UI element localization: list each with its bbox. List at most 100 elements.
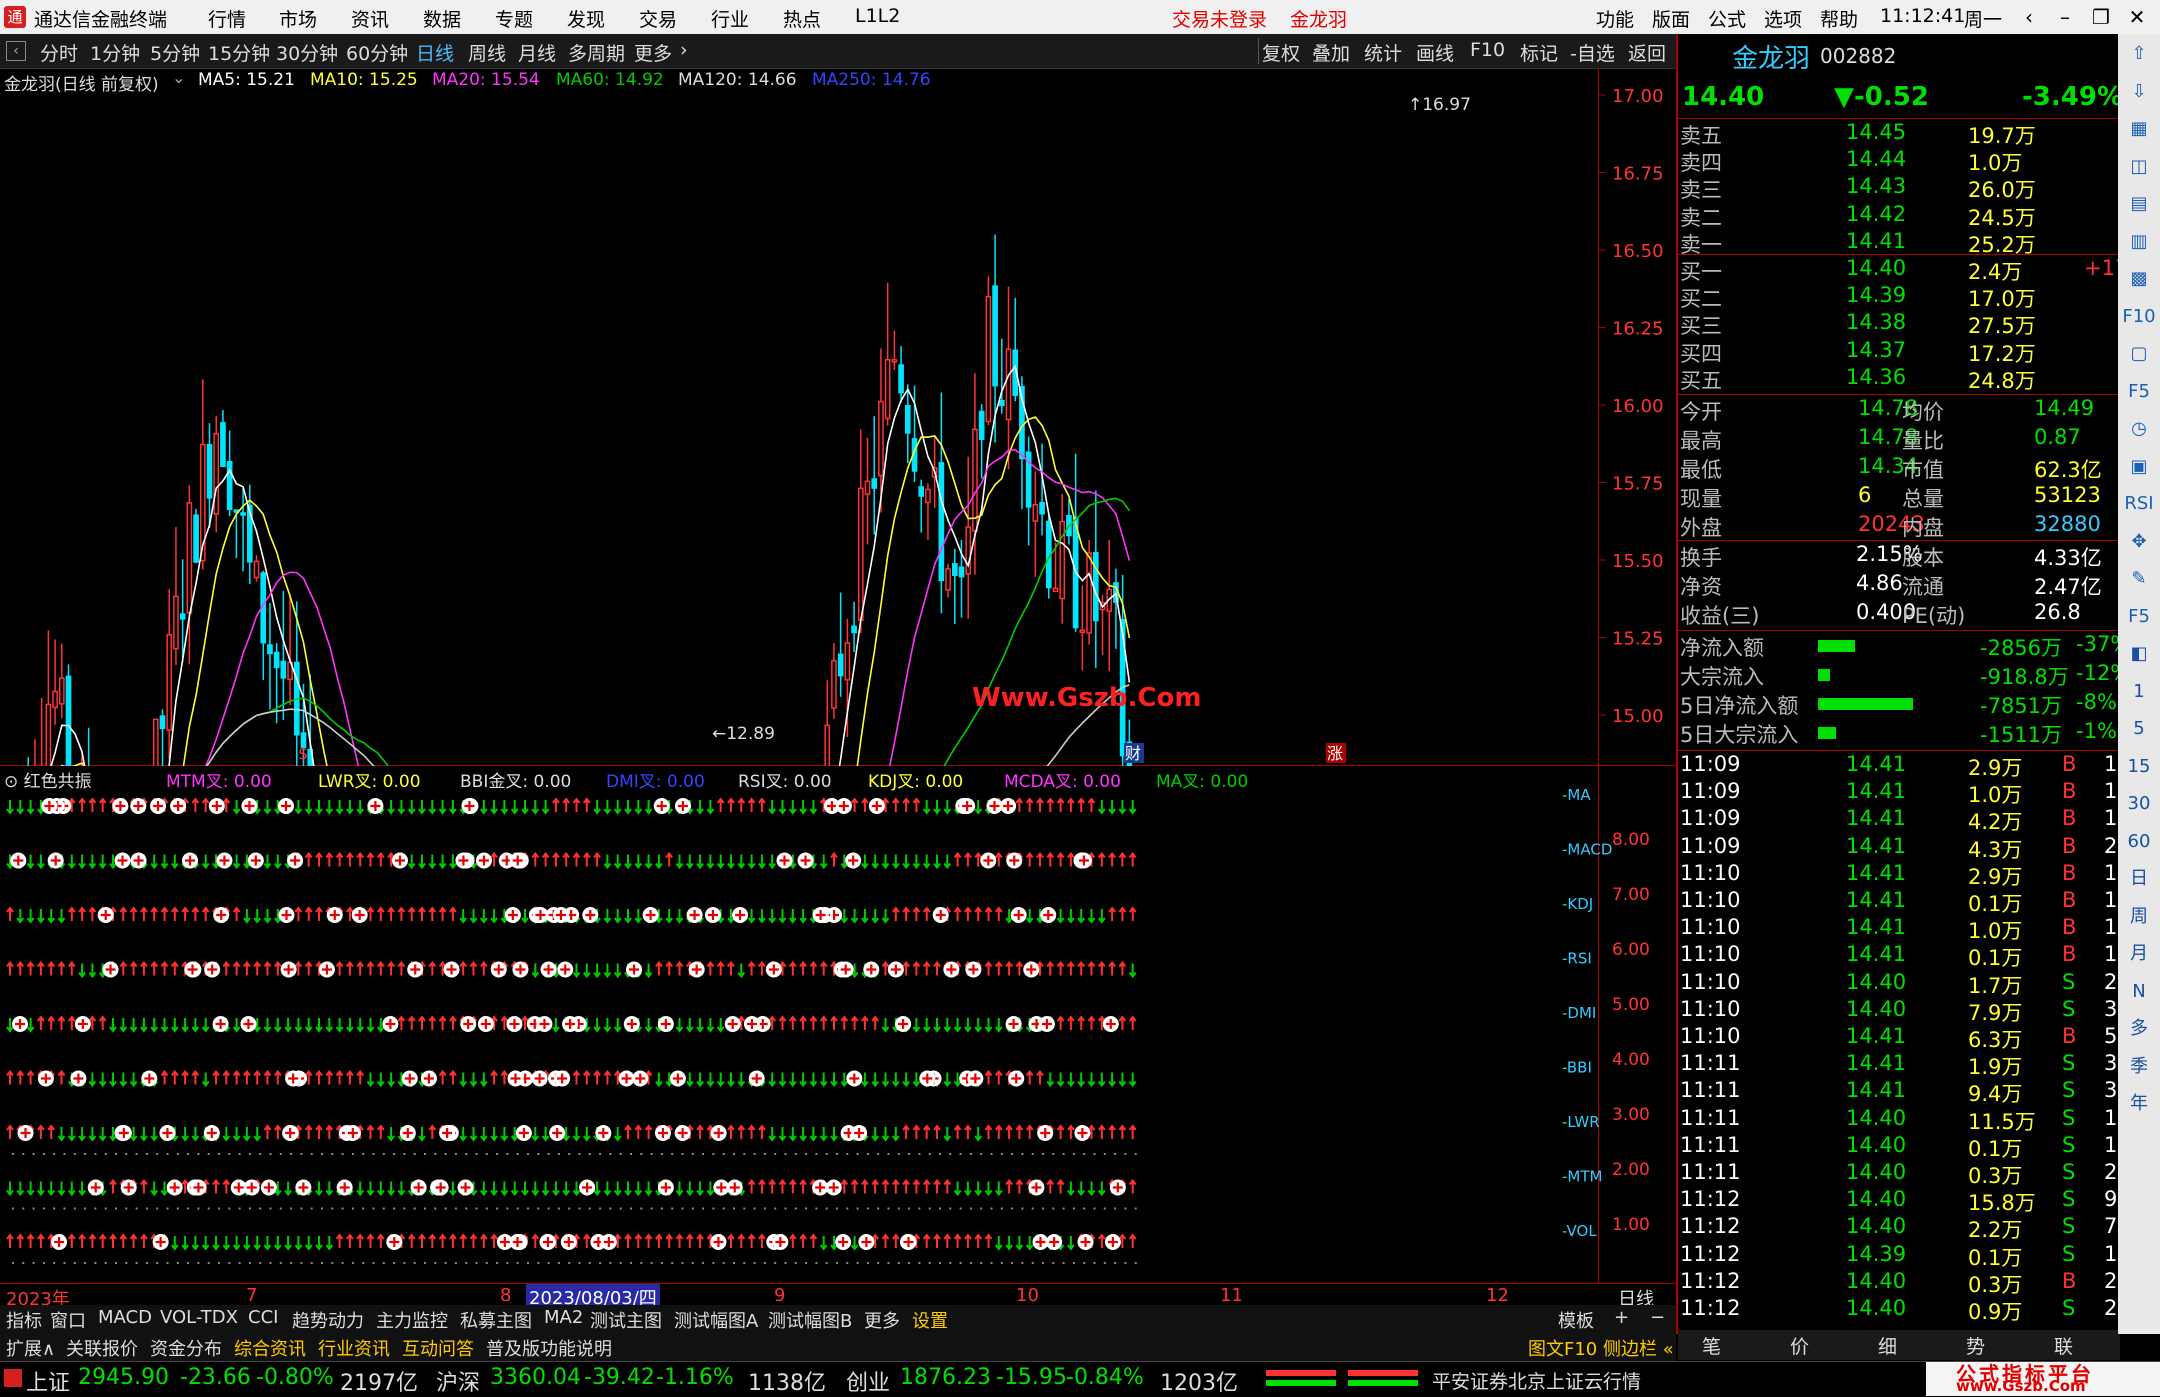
side-tool-icon[interactable]: ▣: [2118, 449, 2160, 485]
tab-window[interactable]: 窗口: [50, 1307, 86, 1333]
period-more[interactable]: 更多: [634, 39, 672, 66]
period-monthly[interactable]: 月线: [518, 39, 556, 66]
candlestick-chart[interactable]: 17.0016.7516.5016.2516.0015.7515.5015.25…: [0, 68, 1676, 766]
tab-qa[interactable]: 互动问答: [402, 1335, 474, 1361]
tab-vol-tdx[interactable]: VOL-TDX: [160, 1307, 238, 1328]
menu-layout[interactable]: 版面: [1652, 5, 1690, 32]
tab-more[interactable]: 更多: [864, 1307, 900, 1333]
side-tool-icon[interactable]: ▤: [2118, 186, 2160, 222]
side-tool-icon[interactable]: 年: [2118, 1086, 2160, 1122]
side-tool-icon[interactable]: 15: [2118, 749, 2160, 785]
quote-tab[interactable]: 联: [2054, 1332, 2073, 1359]
tool-adjust[interactable]: 复权: [1262, 39, 1300, 66]
period-weekly[interactable]: 周线: [468, 39, 506, 66]
side-tool-icon[interactable]: 季: [2118, 1049, 2160, 1085]
tab-related-quotes[interactable]: 关联报价: [66, 1335, 138, 1361]
menu-function[interactable]: 功能: [1596, 5, 1634, 32]
menu-formula[interactable]: 公式: [1708, 5, 1746, 32]
menu-l1l2[interactable]: L1L2: [855, 5, 900, 27]
tab-private-main[interactable]: 私募主图: [460, 1307, 532, 1333]
tab-template[interactable]: 模板: [1558, 1307, 1594, 1333]
period-5min[interactable]: 5分钟: [150, 39, 200, 66]
side-tool-icon[interactable]: 60: [2118, 824, 2160, 860]
side-tool-icon[interactable]: 日: [2118, 861, 2160, 897]
menu-options[interactable]: 选项: [1764, 5, 1802, 32]
tab-add[interactable]: +: [1614, 1307, 1629, 1328]
close-icon[interactable]: ✕: [2120, 3, 2154, 31]
side-tool-icon[interactable]: F5: [2118, 599, 2160, 635]
side-tool-icon[interactable]: 1: [2118, 674, 2160, 710]
quote-tab[interactable]: 细: [1878, 1332, 1897, 1359]
period-15min[interactable]: 15分钟: [208, 39, 270, 66]
tab-macd[interactable]: MACD: [98, 1307, 152, 1328]
tool-draw[interactable]: 画线: [1416, 39, 1454, 66]
period-tick[interactable]: 分时: [40, 39, 78, 66]
menu-discover[interactable]: 发现: [567, 5, 605, 32]
server-status[interactable]: 平安证券北京上证云行情: [1432, 1367, 1641, 1394]
side-tool-icon[interactable]: 周: [2118, 899, 2160, 935]
side-tool-icon[interactable]: ▥: [2118, 224, 2160, 260]
period-30min[interactable]: 30分钟: [276, 39, 338, 66]
menu-help[interactable]: 帮助: [1820, 5, 1858, 32]
menu-data[interactable]: 数据: [423, 5, 461, 32]
menu-trade[interactable]: 交易: [639, 5, 677, 32]
side-tool-icon[interactable]: ⇩: [2118, 74, 2160, 110]
minimize-icon[interactable]: –: [2048, 3, 2082, 31]
tab-general-news[interactable]: 综合资讯: [234, 1335, 306, 1361]
period-60min[interactable]: 60分钟: [346, 39, 408, 66]
tool-f10[interactable]: F10: [1470, 39, 1505, 61]
tab-sidebar-f10[interactable]: 图文F10 侧边栏 «: [1528, 1335, 1674, 1361]
side-tool-icon[interactable]: ◫: [2118, 149, 2160, 185]
quote-tab[interactable]: 笔: [1702, 1332, 1721, 1359]
side-tool-icon[interactable]: ◧: [2118, 636, 2160, 672]
period-multi[interactable]: 多周期: [568, 39, 625, 66]
tab-ma2[interactable]: MA2: [544, 1307, 583, 1328]
tab-indicator[interactable]: 指标: [6, 1307, 42, 1333]
tab-test-main[interactable]: 测试主图: [590, 1307, 662, 1333]
period-1min[interactable]: 1分钟: [90, 39, 140, 66]
menu-news[interactable]: 资讯: [351, 5, 389, 32]
tool-overlay[interactable]: 叠加: [1312, 39, 1350, 66]
menu-market[interactable]: 市场: [279, 5, 317, 32]
side-tool-icon[interactable]: 月: [2118, 936, 2160, 972]
tool-mark[interactable]: 标记: [1520, 39, 1558, 66]
menu-hot[interactable]: 热点: [783, 5, 821, 32]
more-chevron-icon[interactable]: ›: [680, 39, 688, 61]
period-daily[interactable]: 日线: [416, 39, 454, 66]
tool-remove-favorite[interactable]: -自选: [1570, 39, 1615, 66]
back-arrow-icon[interactable]: ‹: [2012, 3, 2046, 31]
side-tool-icon[interactable]: N: [2118, 974, 2160, 1010]
menu-topics[interactable]: 专题: [495, 5, 533, 32]
side-tool-icon[interactable]: ▦: [2118, 111, 2160, 147]
tool-stats[interactable]: 统计: [1364, 39, 1402, 66]
tab-remove[interactable]: −: [1650, 1307, 1665, 1328]
tab-industry-news[interactable]: 行业资讯: [318, 1335, 390, 1361]
side-tool-icon[interactable]: ▩: [2118, 261, 2160, 297]
side-tool-icon[interactable]: 30: [2118, 786, 2160, 822]
tab-settings[interactable]: 设置: [912, 1307, 948, 1333]
tab-expand[interactable]: 扩展∧: [6, 1335, 55, 1361]
tab-trend-power[interactable]: 趋势动力: [292, 1307, 364, 1333]
side-tool-icon[interactable]: ◷: [2118, 411, 2160, 447]
tab-fund-distribution[interactable]: 资金分布: [150, 1335, 222, 1361]
side-tool-icon[interactable]: ✥: [2118, 524, 2160, 560]
side-tool-icon[interactable]: RSI: [2118, 486, 2160, 522]
tab-test-sub-a[interactable]: 测试幅图A: [674, 1307, 758, 1333]
tool-back[interactable]: 返回: [1628, 39, 1666, 66]
quote-tab[interactable]: 势: [1966, 1332, 1985, 1359]
side-tool-icon[interactable]: ▢: [2118, 336, 2160, 372]
tick-list[interactable]: 11:09 14.41 2.9万 B 1 11:09 14.41 1.0万 B 1 11:09 14.…: [1678, 752, 2120, 1324]
collapse-icon[interactable]: ‹: [6, 41, 26, 61]
menu-industry[interactable]: 行业: [711, 5, 749, 32]
index-hs-name[interactable]: 沪深: [436, 1365, 480, 1397]
restore-icon[interactable]: ❐: [2084, 3, 2118, 31]
quote-tab[interactable]: 价: [1790, 1332, 1809, 1359]
indicator-title[interactable]: ⊙ 红色共振: [4, 767, 92, 792]
side-tool-icon[interactable]: F10: [2118, 299, 2160, 335]
side-tool-icon[interactable]: 多: [2118, 1011, 2160, 1047]
index-sh-name[interactable]: 上证: [26, 1365, 70, 1397]
index-cy-name[interactable]: 创业: [846, 1365, 890, 1397]
tab-edition-info[interactable]: 普及版功能说明: [486, 1335, 612, 1361]
side-tool-icon[interactable]: ⇧: [2118, 36, 2160, 72]
tab-cci[interactable]: CCI: [248, 1307, 278, 1328]
